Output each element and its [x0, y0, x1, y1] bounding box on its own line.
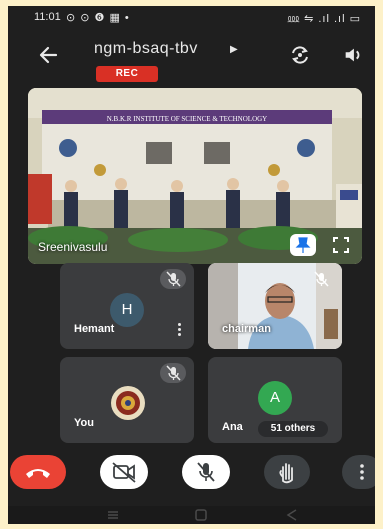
pin-icon — [295, 237, 311, 253]
mic-off-icon — [166, 365, 181, 381]
avatar — [111, 386, 145, 420]
switch-camera-icon[interactable] — [288, 43, 312, 67]
main-speaker-tile[interactable]: N.B.K.R INSTITUTE OF SCIENCE & TECHNOLOG… — [28, 88, 362, 264]
hand-icon — [279, 463, 293, 484]
speaker-name: Sreenivasulu — [38, 240, 108, 254]
mic-off-icon — [166, 271, 181, 287]
status-bar: 11:01 ⊙ ⊙ ❻ ▦ • ⅏ ⇋ .ıl .ıl ▭ — [8, 6, 375, 28]
back-nav-icon — [286, 509, 297, 521]
participant-tile[interactable]: chairman — [208, 263, 342, 349]
meeting-header: ngm-bsaq-tbv ▶ REC — [8, 28, 375, 88]
participant-tile[interactable]: H Hemant — [60, 263, 194, 349]
participant-name: You — [74, 417, 94, 429]
speaker-icon[interactable] — [342, 44, 364, 66]
home-icon — [195, 509, 207, 521]
call-controls — [8, 447, 375, 497]
meeting-code[interactable]: ngm-bsaq-tbv — [94, 40, 198, 58]
raise-hand-button[interactable] — [264, 455, 310, 489]
mic-off-indicator — [160, 269, 186, 289]
fullscreen-icon — [333, 237, 349, 253]
chevron-right-icon[interactable]: ▶ — [230, 44, 238, 55]
phone-hangup-icon — [26, 469, 50, 478]
status-time: 11:01 — [34, 11, 61, 23]
banner-text: N.B.K.R INSTITUTE OF SCIENCE & TECHNOLOG… — [107, 115, 267, 123]
expand-button[interactable] — [328, 234, 354, 256]
others-tile[interactable]: A Ana 51 others — [208, 357, 342, 443]
android-nav-bar — [8, 506, 375, 524]
pin-button[interactable] — [290, 234, 316, 256]
recording-badge: REC — [96, 66, 158, 82]
mic-off-icon — [197, 462, 215, 482]
participant-name: chairman — [222, 323, 271, 335]
more-vert-icon — [360, 464, 364, 480]
avatar: H — [110, 293, 144, 327]
participant-name: Hemant — [74, 323, 115, 335]
more-options-icon[interactable] — [176, 323, 182, 337]
participant-name: Ana — [222, 421, 243, 433]
more-options-button[interactable] — [342, 455, 375, 489]
mic-off-indicator — [308, 269, 334, 289]
others-count-badge[interactable]: 51 others — [258, 421, 328, 437]
avatar: A — [258, 381, 292, 415]
system-icons: ⅏ ⇋ .ıl .ıl ▭ — [287, 13, 361, 25]
camera-off-icon — [112, 462, 136, 483]
back-arrow-icon[interactable] — [36, 43, 60, 67]
mic-off-indicator — [160, 363, 186, 383]
nav-buttons — [108, 509, 297, 521]
camera-toggle-button[interactable] — [100, 455, 148, 489]
notification-icons: ⊙ ⊙ ❻ ▦ • — [66, 12, 130, 24]
recents-icon — [108, 511, 118, 519]
mic-toggle-button[interactable] — [182, 455, 230, 489]
participant-tile[interactable]: You — [60, 357, 194, 443]
phone-screen: 11:01 ⊙ ⊙ ❻ ▦ • ⅏ ⇋ .ıl .ıl ▭ ngm-bsaq-t… — [8, 6, 375, 524]
mic-off-icon — [314, 271, 329, 287]
end-call-button[interactable] — [10, 455, 66, 489]
